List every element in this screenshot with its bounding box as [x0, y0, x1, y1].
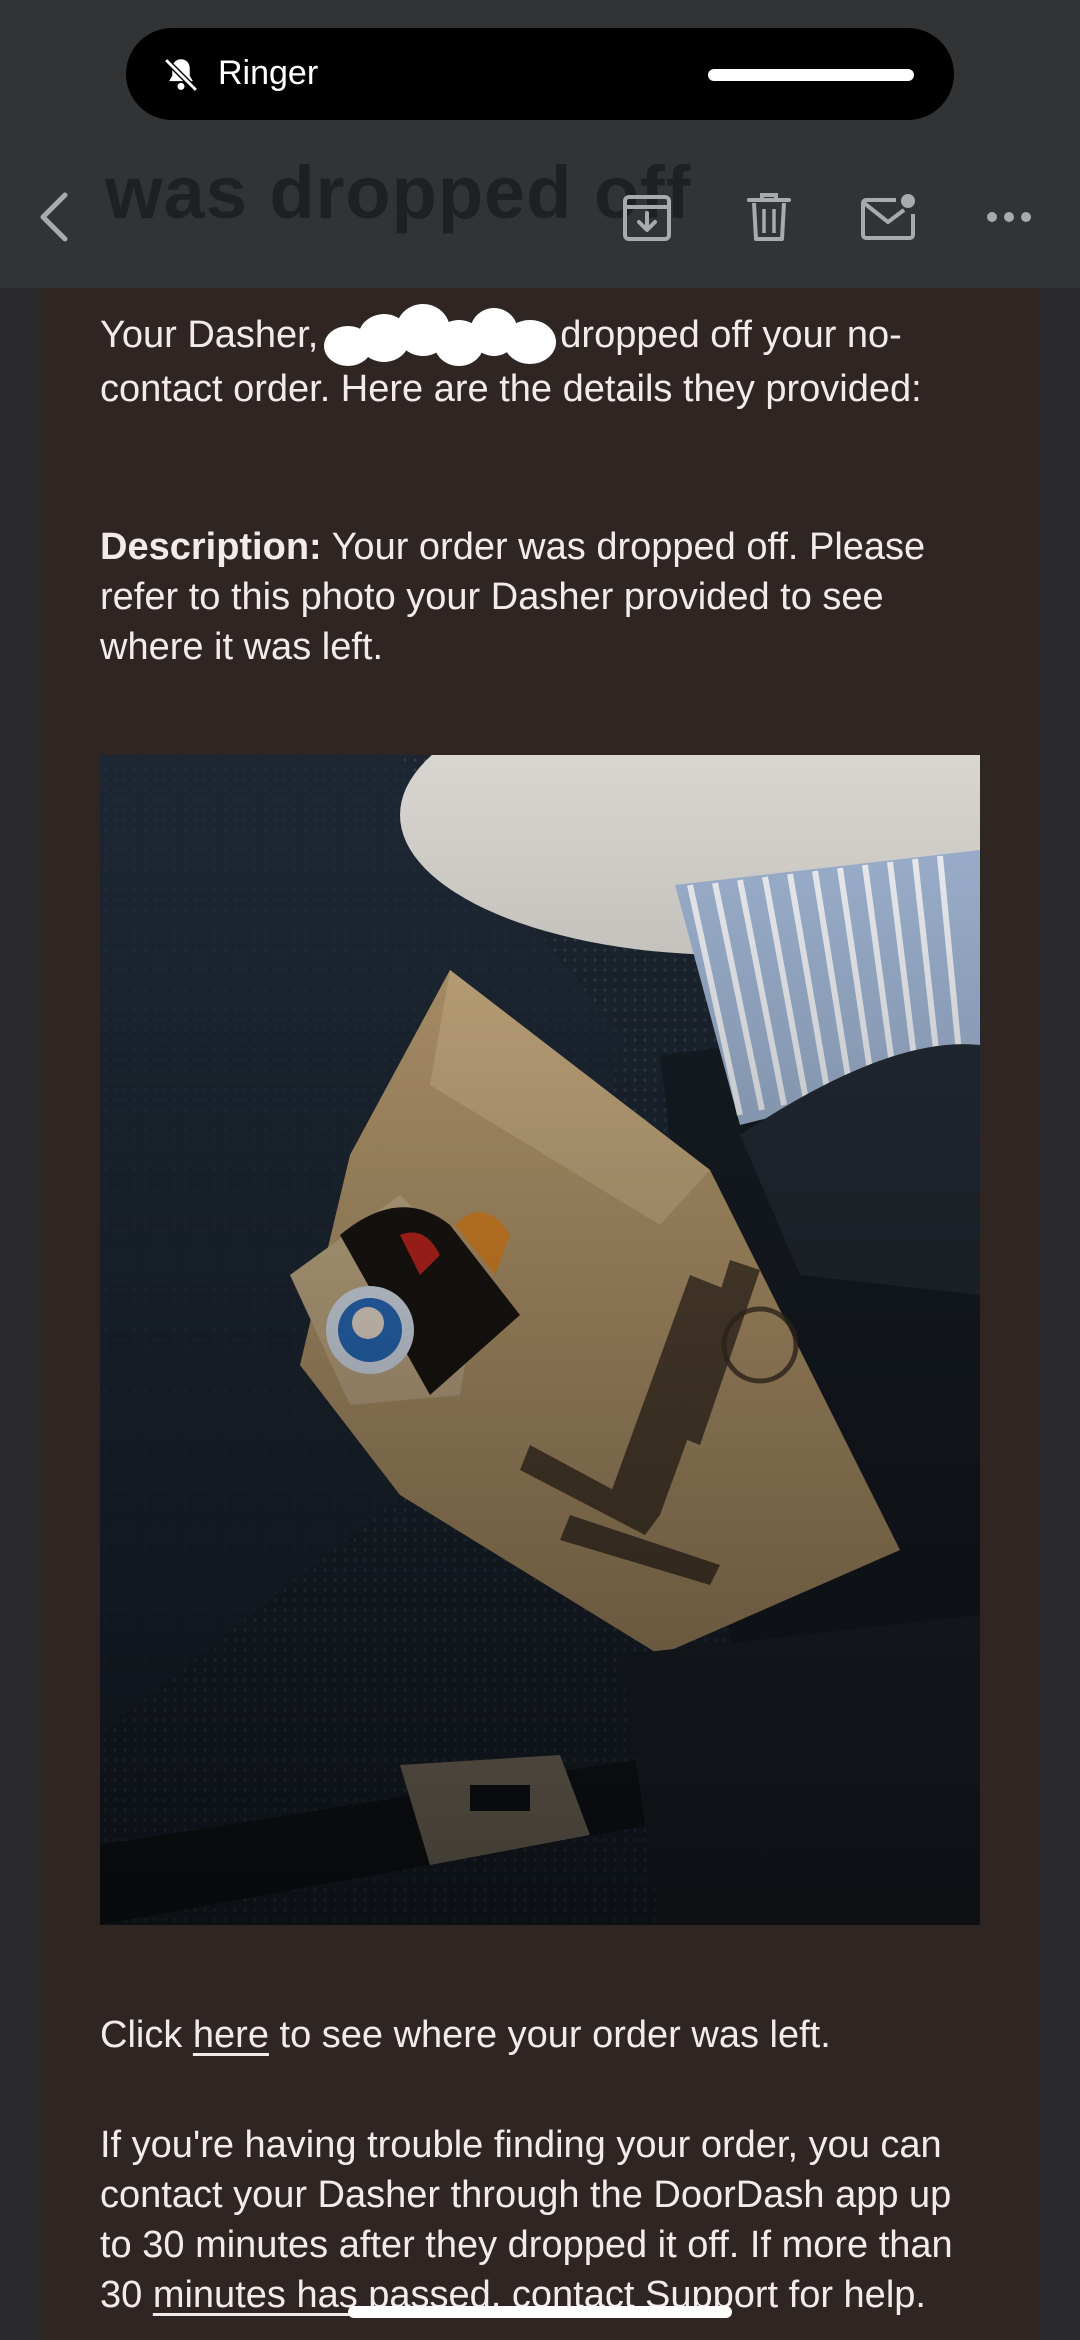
click-here-paragraph: Click here to see where your order was l…: [100, 2010, 980, 2060]
home-indicator[interactable]: [348, 2306, 732, 2318]
redacted-dasher-name: [324, 304, 557, 366]
more-button[interactable]: [972, 180, 1046, 254]
delete-button[interactable]: [732, 180, 806, 254]
description-label: Description:: [100, 526, 322, 568]
dropoff-photo[interactable]: [100, 755, 980, 1925]
intro-text-before: Your Dasher,: [100, 314, 319, 357]
archive-button[interactable]: [610, 180, 684, 254]
chevron-left-icon: [40, 192, 68, 242]
here-link[interactable]: here: [193, 2014, 269, 2056]
intro-paragraph: Your Dasher, dropped off your no-contact…: [100, 304, 980, 414]
envelope-dot-icon: [861, 194, 915, 240]
email-subject-ghost: was dropped off: [105, 151, 692, 234]
more-icon: [987, 212, 1031, 222]
click-text-after: to see where your order was left.: [268, 2014, 831, 2056]
archive-icon: [623, 195, 671, 241]
back-button[interactable]: [18, 180, 92, 254]
trash-icon: [747, 193, 791, 241]
mark-unread-button[interactable]: [852, 180, 926, 254]
dropoff-photo-image: [100, 755, 980, 1925]
ringer-volume-bar: [708, 69, 914, 81]
click-text-before: Click: [100, 2014, 193, 2056]
bell-slash-icon: [164, 58, 198, 92]
ringer-label: Ringer: [218, 54, 319, 92]
description-paragraph: Description: Your order was dropped off.…: [100, 522, 980, 672]
ringer-status-pill: Ringer: [126, 28, 954, 120]
trouble-paragraph: If you're having trouble finding your or…: [100, 2120, 980, 2320]
